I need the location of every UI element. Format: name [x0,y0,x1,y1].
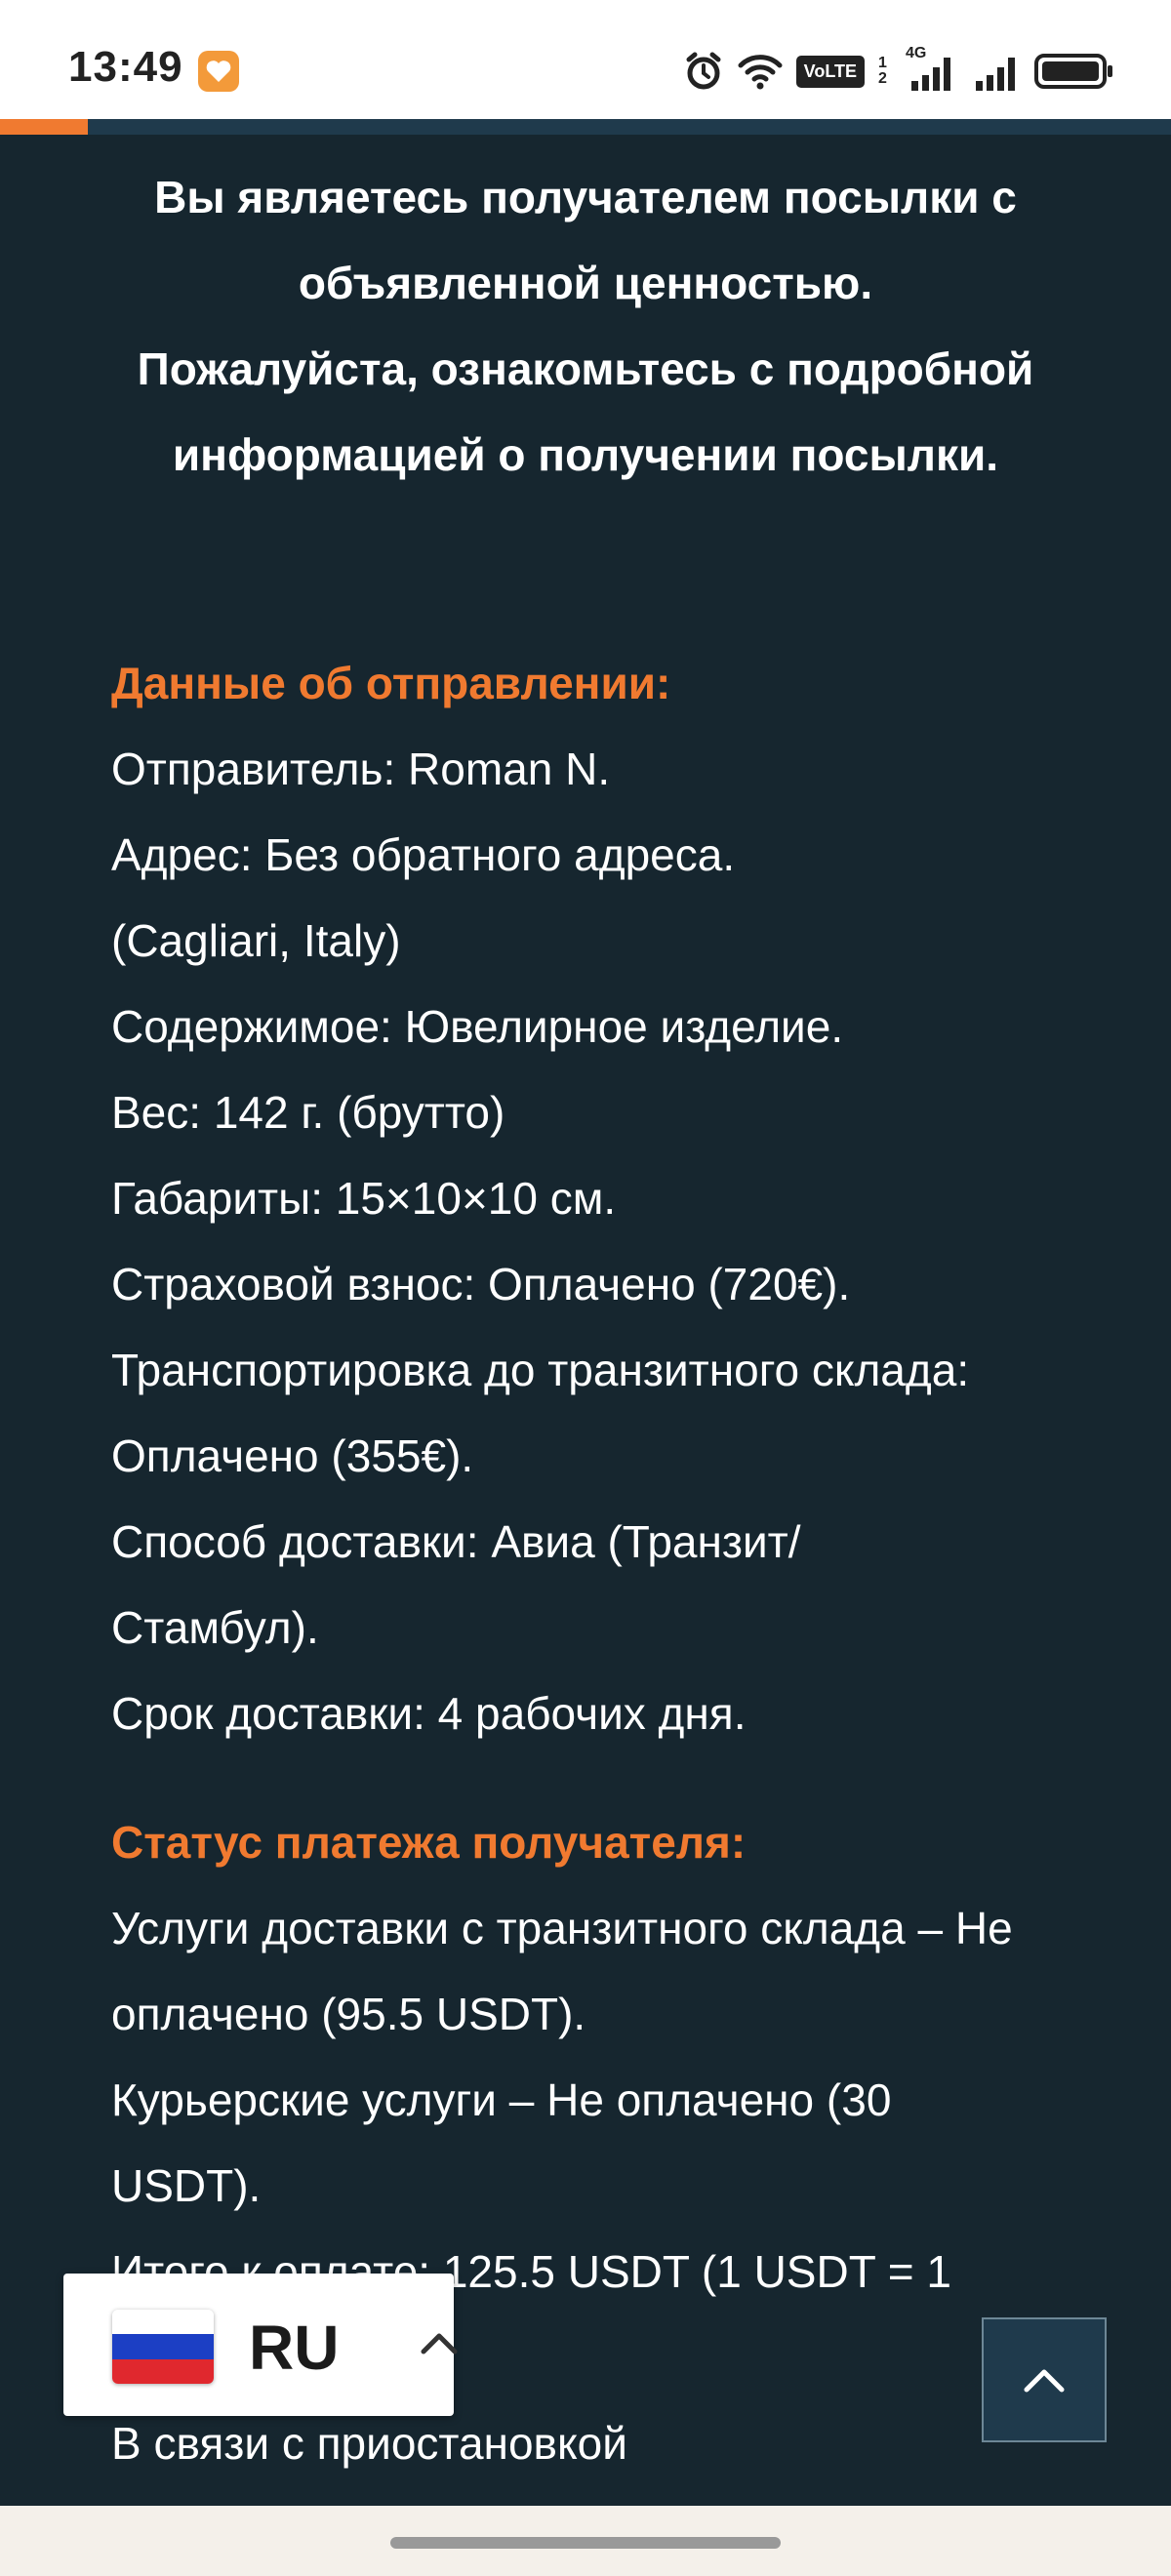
signal-bars-2-icon [976,58,1015,91]
language-code: RU [249,2313,340,2383]
shipment-sender: Отправитель: Roman N. [111,744,611,794]
payment-courier-services: Курьерские услуги – Не оплачено (30 USDT… [111,2074,892,2211]
notification-app-icon [198,51,239,92]
shipment-method: Способ доставки: Авиа (Транзит/ Стамбул)… [111,1516,801,1653]
chevron-up-icon [1024,2369,1065,2393]
scroll-to-top-button[interactable] [982,2317,1107,2442]
status-time: 13:49 [68,43,183,91]
intro-line-2: Пожалуйста, ознакомьтесь с подробной инф… [137,343,1034,480]
signal-bars-icon [911,58,950,91]
russia-flag-icon [112,2310,214,2384]
status-bar: 13:49 VoLTE 1 2 4G [0,0,1171,119]
shipment-details: Данные об отправлении: Отправитель: Roma… [111,640,1087,1756]
payment-delivery-services: Услуги доставки с транзитного склада – Н… [111,1903,1013,2039]
chevron-up-icon [421,2333,458,2355]
sim-indicator: 1 2 [878,55,887,87]
payment-heading: Статус платежа получателя: [111,1817,747,1868]
shipment-contents: Содержимое: Ювелирное изделие. [111,1001,844,1052]
status-icons: VoLTE 1 2 4G [683,46,1114,96]
shipment-term: Срок доставки: 4 рабочих дня. [111,1688,747,1739]
page-progress-fill [0,119,88,135]
cell-signal-1: 4G [906,46,960,93]
system-nav-bar [0,2506,1171,2576]
battery-icon [1034,54,1112,89]
shipment-transport: Транспортировка до транзитного склада: О… [111,1345,970,1481]
page-progress-bar [0,119,1171,135]
shipment-weight: Вес: 142 г. (брутто) [111,1087,505,1138]
shipment-address: Адрес: Без обратного адреса. (Cagliari, … [111,829,736,966]
language-selector[interactable]: RU [63,2274,458,2416]
alarm-icon [686,52,721,90]
intro-message: Вы являетесь получателем посылки с объяв… [68,154,1103,498]
shipment-insurance: Страховой взнос: Оплачено (720€). [111,1259,851,1309]
wifi-icon [738,55,783,90]
volte-badge: VoLTE [795,55,865,88]
intro-line-1: Вы являетесь получателем посылки с объяв… [154,172,1017,308]
home-gesture-handle[interactable] [390,2537,781,2549]
shipment-dimensions: Габариты: 15×10×10 см. [111,1173,617,1224]
shipment-heading: Данные об отправлении: [111,658,671,708]
